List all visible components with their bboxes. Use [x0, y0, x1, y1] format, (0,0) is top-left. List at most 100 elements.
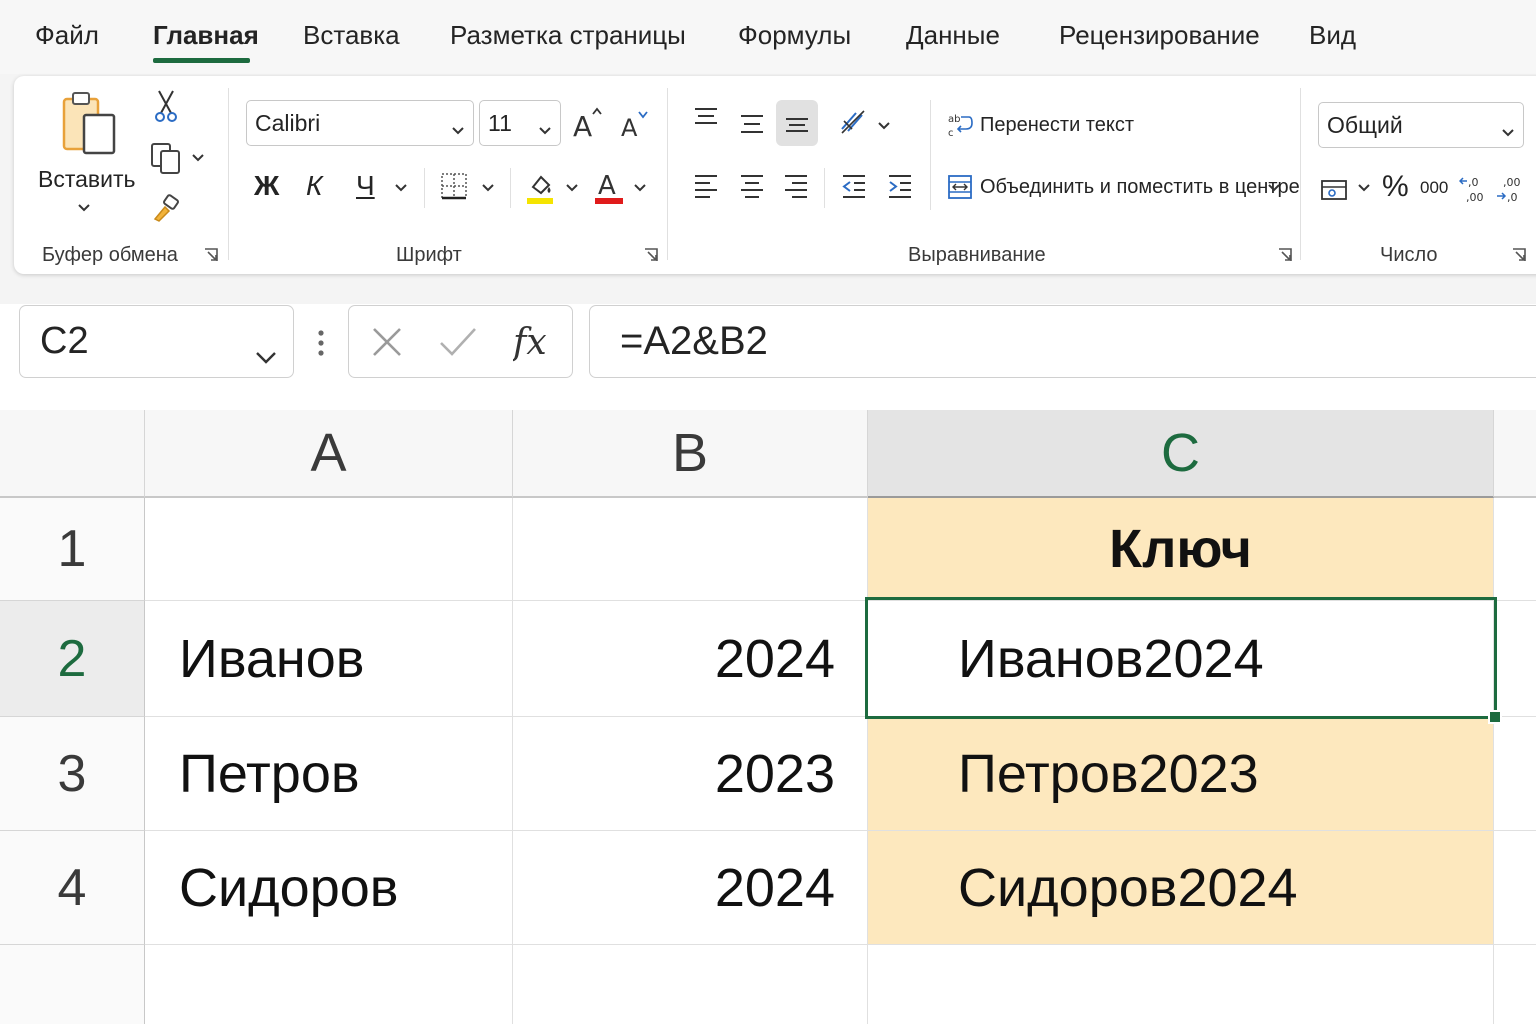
chevron-down-icon[interactable] — [632, 180, 648, 196]
chevron-down-icon[interactable] — [255, 332, 277, 375]
name-box[interactable]: C2 — [19, 305, 294, 378]
cell-d5[interactable] — [1494, 945, 1536, 1024]
cell-c2[interactable]: Иванов2024 — [868, 601, 1494, 717]
tab-review[interactable]: Рецензирование — [1059, 20, 1260, 51]
cell-d4[interactable] — [1494, 831, 1536, 945]
column-header-a[interactable]: A — [145, 410, 513, 498]
decrease-decimal-icon[interactable]: ,00 ,0 — [1494, 172, 1524, 206]
italic-button[interactable]: К — [306, 170, 323, 202]
cell-a5[interactable] — [145, 945, 513, 1024]
chevron-down-icon[interactable] — [1266, 180, 1282, 196]
vertical-dots-icon[interactable] — [312, 326, 330, 360]
cell-d2[interactable] — [1494, 601, 1536, 717]
cell-b5[interactable] — [513, 945, 868, 1024]
column-header-b[interactable]: B — [513, 410, 868, 498]
row-header-1[interactable]: 1 — [0, 498, 145, 601]
insert-function-icon[interactable]: fx — [513, 318, 557, 364]
cell-c4[interactable]: Сидоров2024 — [868, 831, 1494, 945]
clipboard-paste-icon[interactable] — [56, 88, 120, 158]
cell-b4[interactable]: 2024 — [513, 831, 868, 945]
chevron-down-icon[interactable] — [876, 118, 892, 134]
cell-a1[interactable] — [145, 498, 513, 601]
chevron-down-icon[interactable] — [564, 180, 580, 196]
formula-input[interactable]: =A2&B2 — [589, 305, 1536, 378]
row-header-3[interactable]: 3 — [0, 717, 145, 831]
align-center-icon[interactable] — [736, 172, 768, 200]
cell-b3[interactable]: 2023 — [513, 717, 868, 831]
cell-a4[interactable]: Сидоров — [145, 831, 513, 945]
select-all-corner[interactable] — [0, 410, 145, 498]
align-middle-icon[interactable] — [736, 110, 768, 138]
borders-icon[interactable] — [438, 170, 470, 202]
dialog-launcher-icon[interactable] — [204, 248, 218, 262]
chevron-down-icon — [1501, 117, 1515, 144]
chevron-down-icon[interactable] — [76, 200, 92, 216]
row-header-5[interactable] — [0, 945, 145, 1024]
svg-text:,0: ,0 — [1507, 191, 1518, 204]
row-header-4[interactable]: 4 — [0, 831, 145, 945]
dialog-launcher-icon[interactable] — [1512, 248, 1526, 262]
underline-button[interactable]: Ч — [356, 170, 375, 202]
increase-decimal-icon[interactable]: ,0 ,00 — [1458, 172, 1488, 206]
tab-view[interactable]: Вид — [1309, 20, 1356, 51]
scissors-icon[interactable] — [150, 88, 182, 124]
cell-a2[interactable]: Иванов — [145, 601, 513, 717]
dialog-launcher-icon[interactable] — [644, 248, 658, 262]
format-painter-icon[interactable] — [150, 192, 182, 224]
cell-b2[interactable]: 2024 — [513, 601, 868, 717]
svg-text:ab: ab — [948, 114, 960, 125]
font-color-icon[interactable]: A — [592, 168, 626, 206]
alignment-group-label: Выравнивание — [908, 244, 1046, 266]
chevron-down-icon — [451, 115, 465, 142]
align-top-icon[interactable] — [690, 104, 722, 132]
cell-d3[interactable] — [1494, 717, 1536, 831]
fill-handle[interactable] — [1488, 710, 1502, 724]
font-size-value: 11 — [488, 109, 512, 136]
cell-b1[interactable] — [513, 498, 868, 601]
fill-color-icon[interactable] — [524, 170, 556, 206]
wrap-text-button[interactable]: Перенести текст — [980, 114, 1134, 137]
cell-d1[interactable] — [1494, 498, 1536, 601]
cancel-icon[interactable] — [369, 324, 405, 360]
tab-data[interactable]: Данные — [906, 20, 1000, 51]
row-header-2[interactable]: 2 — [0, 601, 145, 717]
tab-home[interactable]: Главная — [153, 20, 259, 51]
column-header-next[interactable] — [1494, 410, 1536, 498]
enter-check-icon[interactable] — [437, 324, 479, 360]
number-format-select[interactable]: Общий — [1318, 102, 1524, 148]
decrease-font-size-icon[interactable]: A — [618, 106, 650, 142]
accounting-format-icon[interactable] — [1318, 174, 1352, 206]
increase-indent-icon[interactable] — [884, 172, 916, 200]
merge-center-button[interactable]: Объединить и поместить в центре — [980, 176, 1300, 199]
align-left-icon[interactable] — [690, 172, 722, 200]
paste-button[interactable]: Вставить — [38, 166, 136, 193]
cell-c3[interactable]: Петров2023 — [868, 717, 1494, 831]
chevron-down-icon[interactable] — [1356, 180, 1372, 196]
chevron-down-icon[interactable] — [393, 180, 409, 196]
decrease-indent-icon[interactable] — [838, 172, 870, 200]
font-size-select[interactable]: 11 — [479, 100, 561, 146]
cell-c5[interactable] — [868, 945, 1494, 1024]
chevron-down-icon[interactable] — [190, 150, 206, 166]
cell-c1[interactable]: Ключ — [868, 498, 1494, 601]
tab-page-layout[interactable]: Разметка страницы — [450, 20, 686, 51]
font-name-select[interactable]: Calibri — [246, 100, 474, 146]
wrap-text-icon[interactable]: ab c — [946, 110, 974, 140]
chevron-down-icon[interactable] — [480, 180, 496, 196]
percent-style-button[interactable]: % — [1382, 170, 1409, 204]
tab-formulas[interactable]: Формулы — [738, 20, 851, 51]
align-right-icon[interactable] — [780, 172, 812, 200]
increase-font-size-icon[interactable]: A — [570, 104, 604, 142]
merge-center-icon[interactable] — [946, 172, 974, 202]
dialog-launcher-icon[interactable] — [1278, 248, 1292, 262]
tab-insert[interactable]: Вставка — [303, 20, 400, 51]
column-header-c[interactable]: C — [868, 410, 1494, 498]
cell-a3[interactable]: Петров — [145, 717, 513, 831]
tab-file[interactable]: Файл — [35, 20, 99, 51]
comma-style-button[interactable]: 000 — [1420, 178, 1448, 198]
bold-button[interactable]: Ж — [254, 170, 279, 202]
group-separator — [1300, 88, 1301, 260]
text-orientation-icon[interactable] — [836, 106, 872, 138]
align-bottom-icon[interactable] — [776, 100, 818, 146]
copy-icon[interactable] — [148, 140, 184, 176]
